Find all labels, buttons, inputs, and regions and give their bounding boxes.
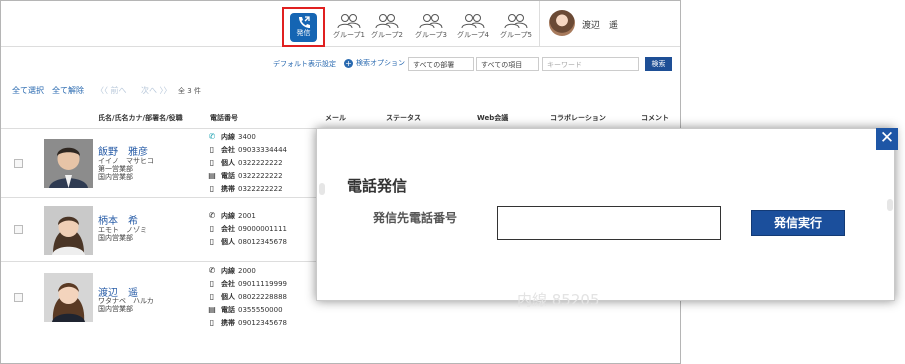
col-mail: メール xyxy=(325,114,346,122)
mobile-icon: ▯ xyxy=(209,279,215,288)
top-toolbar: 発信 グループ1 グループ2 グループ3 グループ4 グループ5 渡辺 遥 xyxy=(1,1,680,47)
col-status: ステータス xyxy=(386,114,421,122)
default-view-link[interactable]: デフォルト表示設定 xyxy=(273,59,336,69)
group-icon xyxy=(337,14,361,29)
department-select[interactable]: すべての部署 xyxy=(408,57,474,71)
background-ghost-text: 内線 85205 xyxy=(517,291,600,309)
phone-entry[interactable]: ▯ 携帯 09012345678 xyxy=(208,316,287,329)
contact-name[interactable]: 柄本 希 xyxy=(98,212,138,227)
phone-entry[interactable]: ▯ 会社 09000001111 xyxy=(208,222,287,235)
group-button-3[interactable]: グループ3 xyxy=(411,13,451,43)
dial-number-label: 発信先電話番号 xyxy=(373,211,458,225)
mobile-icon: ▯ xyxy=(209,292,215,301)
result-count: 全 3 件 xyxy=(178,87,201,95)
contact-dept: 国内営業部 xyxy=(98,305,133,313)
user-menu[interactable]: 渡辺 遥 xyxy=(539,1,680,47)
prev-page-link[interactable]: 〈〈 前へ xyxy=(96,85,127,96)
group-icon xyxy=(504,14,528,29)
contact-photo xyxy=(44,273,93,322)
group-button-5[interactable]: グループ5 xyxy=(496,13,536,43)
scroll-edge-mark xyxy=(887,199,893,211)
contact-photo xyxy=(44,206,93,255)
execute-call-button[interactable]: 発信実行 xyxy=(751,210,845,236)
phone-entry[interactable]: ✆ 内線 2000 xyxy=(208,264,287,277)
mobile-icon: ▯ xyxy=(209,237,215,246)
keyword-input[interactable]: キーワード xyxy=(542,57,639,71)
phone-entry[interactable]: ▯ 個人 0322222222 xyxy=(208,156,287,169)
dialog-title: 電話発信 xyxy=(347,177,408,195)
call-dialog: 内線 85205 電話発信 発信先電話番号 発信実行 ✕ xyxy=(316,128,898,309)
group-button-4[interactable]: グループ4 xyxy=(453,13,493,43)
screen: 発信 グループ1 グループ2 グループ3 グループ4 グループ5 渡辺 遥 デフ… xyxy=(0,0,905,364)
row-checkbox[interactable] xyxy=(14,293,23,302)
table-header: 氏名/氏名カナ/部署名/役職 電話番号 メール ステータス Web会議 コラボレ… xyxy=(1,109,680,129)
item-select[interactable]: すべての項目 xyxy=(476,57,539,71)
phone-entry[interactable]: ▯ 会社 09011119999 xyxy=(208,277,287,290)
col-web: Web会議 xyxy=(477,114,509,122)
col-phone: 電話番号 xyxy=(210,114,238,122)
list-controls: 全て選択 全て解除 〈〈 前へ 次へ 〉〉 全 3 件 xyxy=(1,85,680,99)
row-checkbox[interactable] xyxy=(14,159,23,168)
group-button-1[interactable]: グループ1 xyxy=(329,13,369,43)
phone-entry[interactable]: ✆ 内線 2001 xyxy=(208,209,287,222)
next-page-link[interactable]: 次へ 〉〉 xyxy=(141,85,172,96)
user-name: 渡辺 遥 xyxy=(582,21,619,31)
col-comment: コメント xyxy=(641,114,669,122)
call-button-label: 発信 xyxy=(296,29,311,37)
plus-icon: + xyxy=(344,59,353,68)
contact-dept: 国内営業部 xyxy=(98,234,133,242)
phone-list: ✆ 内線 2001 ▯ 会社 09000001111 ▯ 個人 08012345678 xyxy=(208,209,287,248)
mobile-icon: ▯ xyxy=(209,158,215,167)
phone-entry[interactable]: ▤ 電話 0355550000 xyxy=(208,303,287,316)
contact-photo xyxy=(44,139,93,188)
search-button[interactable]: 検索 xyxy=(645,57,672,71)
select-all-link[interactable]: 全て選択 xyxy=(12,85,44,96)
phone-icon: ✆ xyxy=(208,211,216,220)
mobile-icon: ▯ xyxy=(209,318,215,327)
phone-icon: ✆ xyxy=(208,266,216,275)
scroll-edge-mark xyxy=(319,183,325,195)
fax-icon: ▤ xyxy=(208,305,216,314)
phone-icon: ✆ xyxy=(208,132,216,141)
phone-list: ✆ 内線 2000 ▯ 会社 09011119999 ▯ 個人 08022228888 ▤ 電… xyxy=(208,264,287,329)
mobile-icon: ▯ xyxy=(209,184,215,193)
group-icon xyxy=(375,14,399,29)
group-icon xyxy=(419,14,443,29)
phone-entry[interactable]: ▤ 電話 0322222222 xyxy=(208,169,287,182)
mobile-icon: ▯ xyxy=(209,224,215,233)
phone-call-icon xyxy=(298,16,310,28)
group-button-2[interactable]: グループ2 xyxy=(367,13,407,43)
phone-entry[interactable]: ▯ 個人 08022228888 xyxy=(208,290,287,303)
search-bar: デフォルト表示設定 + 検索オプション すべての部署 すべての項目 キーワード 検… xyxy=(1,55,680,73)
col-name: 氏名/氏名カナ/部署名/役職 xyxy=(98,114,183,122)
phone-entry[interactable]: ▯ 会社 09033334444 xyxy=(208,143,287,156)
search-options-link[interactable]: + 検索オプション xyxy=(344,58,405,68)
call-button[interactable]: 発信 xyxy=(282,7,325,47)
phone-entry[interactable]: ▯ 携帯 0322222222 xyxy=(208,182,287,195)
mobile-icon: ▯ xyxy=(209,145,215,154)
close-icon[interactable]: ✕ xyxy=(876,128,898,150)
contact-name[interactable]: 飯野 雅彦 xyxy=(98,143,148,158)
dial-number-input[interactable] xyxy=(497,206,721,240)
contact-dept: 国内営業部 xyxy=(98,173,133,181)
col-collab: コラボレーション xyxy=(550,114,606,122)
phone-entry[interactable]: ▯ 個人 08012345678 xyxy=(208,235,287,248)
phone-list: ✆ 内線 3400 ▯ 会社 09033334444 ▯ 個人 0322222222 ▤ 電話… xyxy=(208,130,287,195)
fax-icon: ▤ xyxy=(208,171,216,180)
avatar xyxy=(549,10,575,36)
phone-entry[interactable]: ✆ 内線 3400 xyxy=(208,130,287,143)
group-icon xyxy=(461,14,485,29)
deselect-all-link[interactable]: 全て解除 xyxy=(52,85,84,96)
row-checkbox[interactable] xyxy=(14,225,23,234)
